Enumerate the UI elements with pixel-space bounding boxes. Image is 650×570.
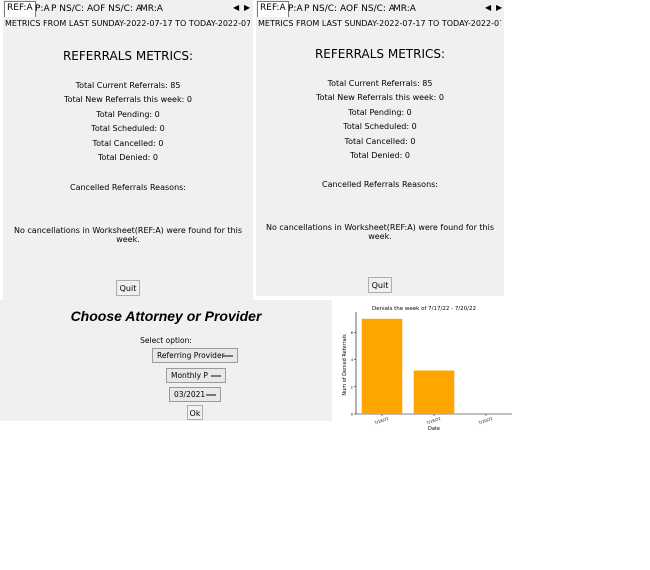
tab-ref-a[interactable]: REF:A: [4, 1, 36, 17]
metric-pending: Total Pending: 0: [348, 108, 412, 117]
y-tick-label: 4: [351, 358, 354, 362]
tab-mr-a[interactable]: MR:A: [391, 3, 418, 16]
no-cancellations-message: No cancellations in Worksheet(REF:A) wer…: [13, 226, 242, 244]
metric-total-current: Total Current Referrals: 85: [327, 79, 433, 88]
tab-of-ns-c-a[interactable]: OF NS/C: A: [344, 3, 397, 16]
cancelled-reasons-heading: Cancelled Referrals Reasons:: [69, 183, 187, 192]
choose-title: Choose Attorney or Provider: [70, 308, 262, 324]
referrals-metrics-title: REFERRALS METRICS:: [314, 47, 446, 61]
right-arrow-icon[interactable]: ▶: [496, 3, 502, 12]
right-metrics-window: REF:A P:A P NS/C: A OF NS/C: A MR:A ◀ ▶ …: [256, 0, 504, 296]
ok-button[interactable]: Ok: [187, 405, 203, 420]
period-dropdown-value: Monthly P: [171, 371, 208, 380]
bar: [361, 318, 403, 414]
quit-button[interactable]: Quit: [116, 280, 140, 296]
y-tick-label: 0: [351, 413, 353, 417]
dropdown-indicator-icon: [211, 375, 221, 377]
right-arrow-icon[interactable]: ▶: [244, 3, 250, 12]
y-tick-label: 2: [351, 385, 353, 389]
x-tick-label: 7/20/22: [478, 416, 494, 426]
metric-cancelled: Total Cancelled: 0: [344, 137, 416, 146]
right-tab-bar: REF:A P:A P NS/C: A OF NS/C: A MR:A ◀ ▶: [256, 0, 504, 18]
referrals-metrics-title: REFERRALS METRICS:: [62, 49, 194, 63]
metric-scheduled: Total Scheduled: 0: [91, 124, 165, 133]
metric-denied: Total Denied: 0: [98, 153, 158, 162]
y-tick-label: 6: [351, 331, 353, 335]
month-dropdown[interactable]: 03/2021: [169, 387, 221, 402]
metrics-date-header: METRICS FROM LAST SUNDAY-2022-07-17 TO T…: [5, 19, 250, 28]
metric-new-referrals: Total New Referrals this week: 0: [64, 95, 192, 104]
x-tick-label: 7/19/22: [426, 416, 442, 426]
month-dropdown-value: 03/2021: [174, 390, 206, 399]
metric-denied: Total Denied: 0: [350, 151, 410, 160]
x-tick-label: 7/18/22: [374, 416, 390, 426]
cancelled-reasons-heading: Cancelled Referrals Reasons:: [321, 180, 439, 189]
tab-p-ns-c-a[interactable]: P NS/C: A: [49, 3, 95, 16]
left-arrow-icon[interactable]: ◀: [485, 3, 491, 12]
metrics-date-header: METRICS FROM LAST SUNDAY-2022-07-17 TO T…: [258, 19, 501, 28]
metric-new-referrals: Total New Referrals this week: 0: [316, 93, 444, 102]
dropdown-indicator-icon: [223, 355, 233, 357]
dropdown-indicator-icon: [206, 394, 216, 396]
bar: [413, 370, 455, 414]
metric-scheduled: Total Scheduled: 0: [343, 122, 417, 131]
y-axis-label: Num of Denied Referrals: [342, 334, 348, 396]
select-option-label: Select option:: [140, 336, 192, 345]
metric-total-current: Total Current Referrals: 85: [75, 81, 181, 90]
denials-chart: Denials the week of 7/17/22 - 7/20/22 Nu…: [334, 300, 514, 432]
option-dropdown-value: Referring Provider: [157, 351, 225, 360]
period-dropdown[interactable]: Monthly P: [166, 368, 226, 383]
tab-of-ns-c-a[interactable]: OF NS/C: A: [91, 3, 144, 16]
tab-p-ns-c-a[interactable]: P NS/C: A: [302, 3, 348, 16]
quit-button[interactable]: Quit: [368, 277, 392, 293]
metric-cancelled: Total Cancelled: 0: [92, 139, 164, 148]
left-arrow-icon[interactable]: ◀: [233, 3, 239, 12]
tab-ref-a[interactable]: REF:A: [257, 1, 289, 17]
metric-pending: Total Pending: 0: [96, 110, 160, 119]
left-metrics-window: REF:A P:A P NS/C: A OF NS/C: A MR:A ◀ ▶ …: [3, 0, 253, 300]
option-dropdown[interactable]: Referring Provider: [152, 348, 238, 363]
tab-mr-a[interactable]: MR:A: [138, 3, 165, 16]
choose-window: Choose Attorney or Provider Select optio…: [0, 300, 332, 421]
no-cancellations-message: No cancellations in Worksheet(REF:A) wer…: [265, 223, 494, 241]
chart-title: Denials the week of 7/17/22 - 7/20/22: [372, 306, 476, 312]
left-tab-bar: REF:A P:A P NS/C: A OF NS/C: A MR:A ◀ ▶: [3, 0, 253, 18]
denials-chart-svg: Denials the week of 7/17/22 - 7/20/22 Nu…: [342, 306, 512, 432]
x-axis-label: Date: [428, 426, 440, 432]
